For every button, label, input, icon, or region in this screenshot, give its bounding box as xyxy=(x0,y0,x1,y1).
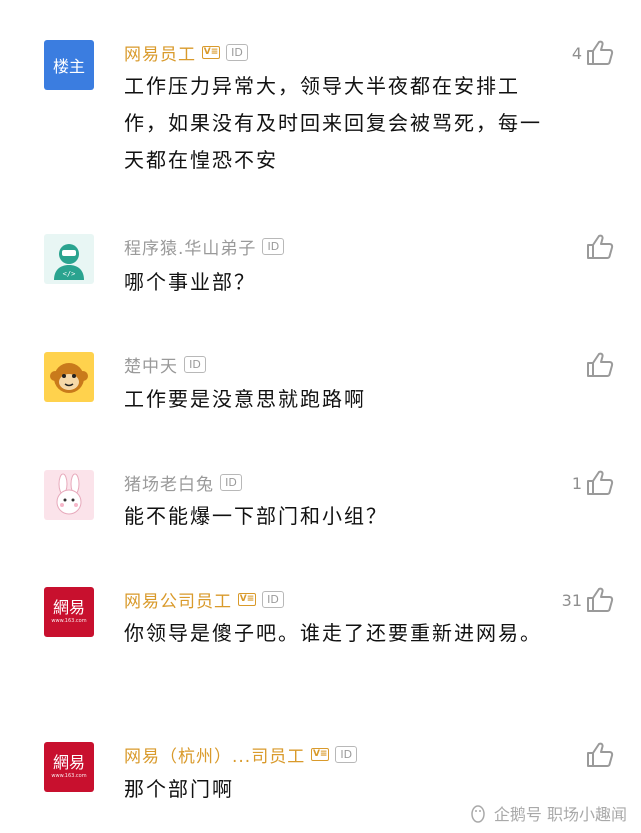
thumbs-up-icon[interactable] xyxy=(586,470,614,496)
like-count: 4 xyxy=(571,43,582,63)
comment-text: 哪个事业部？ xyxy=(124,270,256,294)
comment-text: 工作要是没意思就跑路啊 xyxy=(124,387,366,411)
monkey-avatar-icon xyxy=(50,363,88,393)
username[interactable]: 猪场老白兔 xyxy=(124,470,214,495)
thumbs-up-icon[interactable] xyxy=(586,587,614,613)
avatar[interactable] xyxy=(44,470,94,520)
id-badge: ID xyxy=(226,43,248,61)
netease-logo-url: www.163.com xyxy=(51,618,87,624)
thumbs-up-icon[interactable] xyxy=(586,234,614,260)
penguin-icon xyxy=(471,805,485,823)
like-count: 31 xyxy=(561,590,582,610)
comment-text: 你领导是傻子吧。谁走了还要重新进网易。 xyxy=(124,621,542,645)
svg-text:</>: </> xyxy=(63,270,76,278)
avatar[interactable]: 網易 www.163.com xyxy=(44,587,94,637)
comment-text: 工作压力异常大，领导大半夜都在安排工作，如果没有及时回来回复会被骂死，每一天都在… xyxy=(124,74,542,172)
id-badge: ID xyxy=(220,473,242,491)
bunny-avatar-icon xyxy=(56,473,82,515)
like-button[interactable] xyxy=(582,234,614,260)
like-button[interactable]: 4 xyxy=(572,40,614,66)
username[interactable]: 网易公司员工 xyxy=(124,587,232,612)
thumbs-up-icon[interactable] xyxy=(586,742,614,768)
op-badge-label: 楼主 xyxy=(52,57,85,76)
username[interactable]: 程序猿.华山弟子 xyxy=(124,234,256,259)
avatar[interactable]: 網易 www.163.com xyxy=(44,742,94,792)
verified-icon: V≡ xyxy=(238,592,256,606)
verified-icon: V≡ xyxy=(202,45,220,59)
username[interactable]: 网易（杭州）...司员工 xyxy=(124,742,305,767)
id-badge: ID xyxy=(335,745,358,763)
id-badge: ID xyxy=(184,355,206,373)
like-count: 1 xyxy=(571,473,582,493)
comment-text: 能不能爆一下部门和小组？ xyxy=(124,504,388,528)
like-button[interactable] xyxy=(582,352,614,378)
avatar[interactable]: 楼主 xyxy=(44,40,94,90)
programmer-avatar-icon: </> xyxy=(54,244,84,280)
id-badge: ID xyxy=(262,237,285,255)
thumbs-up-icon[interactable] xyxy=(586,352,614,378)
thumbs-up-icon[interactable] xyxy=(586,40,614,66)
avatar[interactable]: </> xyxy=(44,234,94,284)
verified-icon: V≡ xyxy=(311,747,330,761)
like-button[interactable]: 1 xyxy=(572,470,614,496)
avatar[interactable] xyxy=(44,352,94,402)
netease-logo-text: 網易 xyxy=(52,598,85,617)
like-button[interactable] xyxy=(582,742,614,768)
username[interactable]: 网易员工 xyxy=(124,40,196,65)
netease-logo-url: www.163.com xyxy=(51,773,87,779)
like-button[interactable]: 31 xyxy=(562,587,614,613)
username[interactable]: 楚中天 xyxy=(124,352,178,377)
netease-logo-text: 網易 xyxy=(52,753,85,772)
watermark-text: 企鹅号 职场小趣闻 xyxy=(493,805,627,824)
watermark: 企鹅号 职场小趣闻 xyxy=(468,801,627,825)
id-badge: ID xyxy=(262,590,284,608)
